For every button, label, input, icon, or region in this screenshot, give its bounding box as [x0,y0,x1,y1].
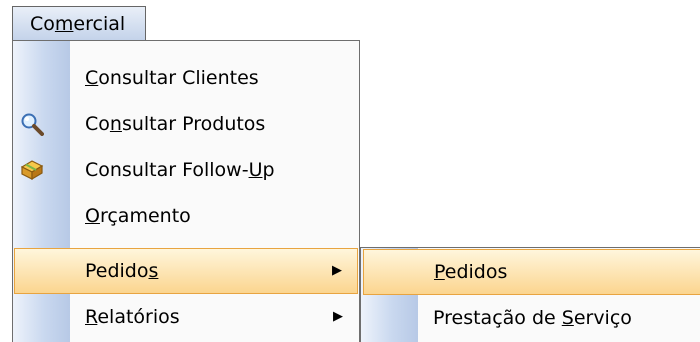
menu-item-label: Orçamento [85,205,191,227]
folder-icon [20,158,44,182]
menu-item-pedidos[interactable]: Pedidos ▶ [14,248,358,294]
submenu-item-label: Pedidos [434,261,508,283]
menu-item-label: Relatórios [85,306,180,328]
menu-item-label: Consultar Follow-Up [85,159,275,181]
menu-item-consultar-produtos[interactable]: Consultar Produtos [14,101,358,147]
menu-item-consultar-clientes[interactable]: Consultar Clientes [14,55,358,101]
menu-item-relatorios[interactable]: Relatórios ▶ [14,294,358,340]
menu-comercial-accel: m [54,13,74,35]
menu-item-label: Consultar Produtos [85,113,266,135]
submenu-arrow-icon: ▶ [332,263,342,278]
menu-comercial-pre: Co [30,13,55,35]
menu-comercial-post: ercial [73,13,126,35]
submenu-item-label: Prestação de Serviço [433,307,632,329]
submenu-item-pedidos[interactable]: Pedidos [363,249,700,295]
pedidos-submenu: Pedidos Prestação de Serviço [360,247,700,342]
menu-item-label: Pedidos [85,260,159,282]
menu-item-label: Consultar Clientes [85,67,259,89]
menu-item-consultar-follow-up[interactable]: Consultar Follow-Up [14,147,358,193]
submenu-item-prestacao-de-servico[interactable]: Prestação de Serviço [363,295,700,341]
menu-item-orcamento[interactable]: Orçamento [14,193,358,239]
menu-comercial[interactable]: Comercial [12,6,146,40]
comercial-dropdown: Consultar Clientes Consultar Produtos Co… [12,40,360,342]
submenu-arrow-icon: ▶ [333,309,343,324]
magnifier-icon [20,112,44,136]
